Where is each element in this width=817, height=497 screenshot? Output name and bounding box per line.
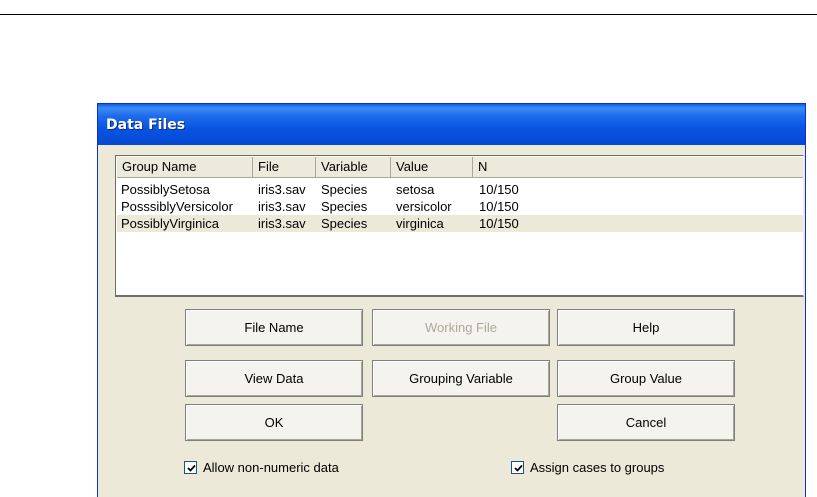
cell-group-name: PossiblySetosa	[121, 182, 210, 197]
assign-cases-checkbox[interactable]	[511, 460, 524, 474]
assign-cases-label: Assign cases to groups	[530, 459, 665, 475]
data-files-list[interactable]: Group Name File Variable Value N Possibl…	[115, 155, 804, 297]
grouping-variable-button[interactable]: Grouping Variable	[372, 360, 550, 397]
cell-value: versicolor	[396, 199, 452, 214]
column-header-n[interactable]: N	[473, 157, 803, 177]
column-header-file[interactable]: File	[253, 157, 316, 177]
data-files-dialog: Data Files Group Name File Variable Valu…	[97, 103, 806, 497]
list-header: Group Name File Variable Value N	[117, 157, 803, 178]
cell-variable: Species	[321, 182, 368, 197]
checkmark-icon	[514, 464, 523, 472]
cell-file: iris3.sav	[258, 199, 306, 214]
group-value-button[interactable]: Group Value	[557, 360, 735, 397]
cell-variable: Species	[321, 199, 368, 214]
cancel-button[interactable]: Cancel	[557, 404, 735, 441]
working-file-button: Working File	[372, 309, 550, 346]
cell-file: iris3.sav	[258, 216, 306, 231]
cell-n: 10/150	[479, 216, 519, 231]
allow-non-numeric-option[interactable]: Allow non-numeric data	[184, 459, 339, 475]
column-header-value[interactable]: Value	[391, 157, 473, 177]
cell-value: setosa	[396, 182, 435, 197]
title-bar[interactable]: Data Files	[98, 104, 805, 145]
allow-non-numeric-label: Allow non-numeric data	[203, 459, 339, 475]
cell-variable: Species	[321, 216, 368, 231]
list-item[interactable]: PosssiblyVersicolor iris3.sav Species ve…	[117, 198, 803, 215]
list-item-selected[interactable]: PossiblyVirginica iris3.sav Species virg…	[117, 215, 803, 232]
cell-n: 10/150	[479, 199, 519, 214]
dialog-title: Data Files	[106, 117, 186, 133]
column-header-variable[interactable]: Variable	[316, 157, 391, 177]
ok-button[interactable]: OK	[185, 404, 363, 441]
assign-cases-option[interactable]: Assign cases to groups	[511, 459, 664, 475]
checkmark-icon	[187, 464, 196, 472]
cell-value: virginica	[396, 216, 444, 231]
cell-n: 10/150	[479, 182, 519, 197]
list-item[interactable]: PossiblySetosa iris3.sav Species setosa …	[117, 181, 803, 198]
cell-file: iris3.sav	[258, 182, 306, 197]
help-button[interactable]: Help	[557, 309, 735, 346]
cell-group-name: PossiblyVirginica	[121, 216, 220, 231]
allow-non-numeric-checkbox[interactable]	[184, 460, 197, 474]
top-divider	[0, 14, 817, 15]
file-name-button[interactable]: File Name	[185, 309, 363, 346]
cell-group-name: PosssiblyVersicolor	[121, 199, 233, 214]
column-header-group-name[interactable]: Group Name	[117, 157, 253, 177]
view-data-button[interactable]: View Data	[185, 360, 363, 397]
